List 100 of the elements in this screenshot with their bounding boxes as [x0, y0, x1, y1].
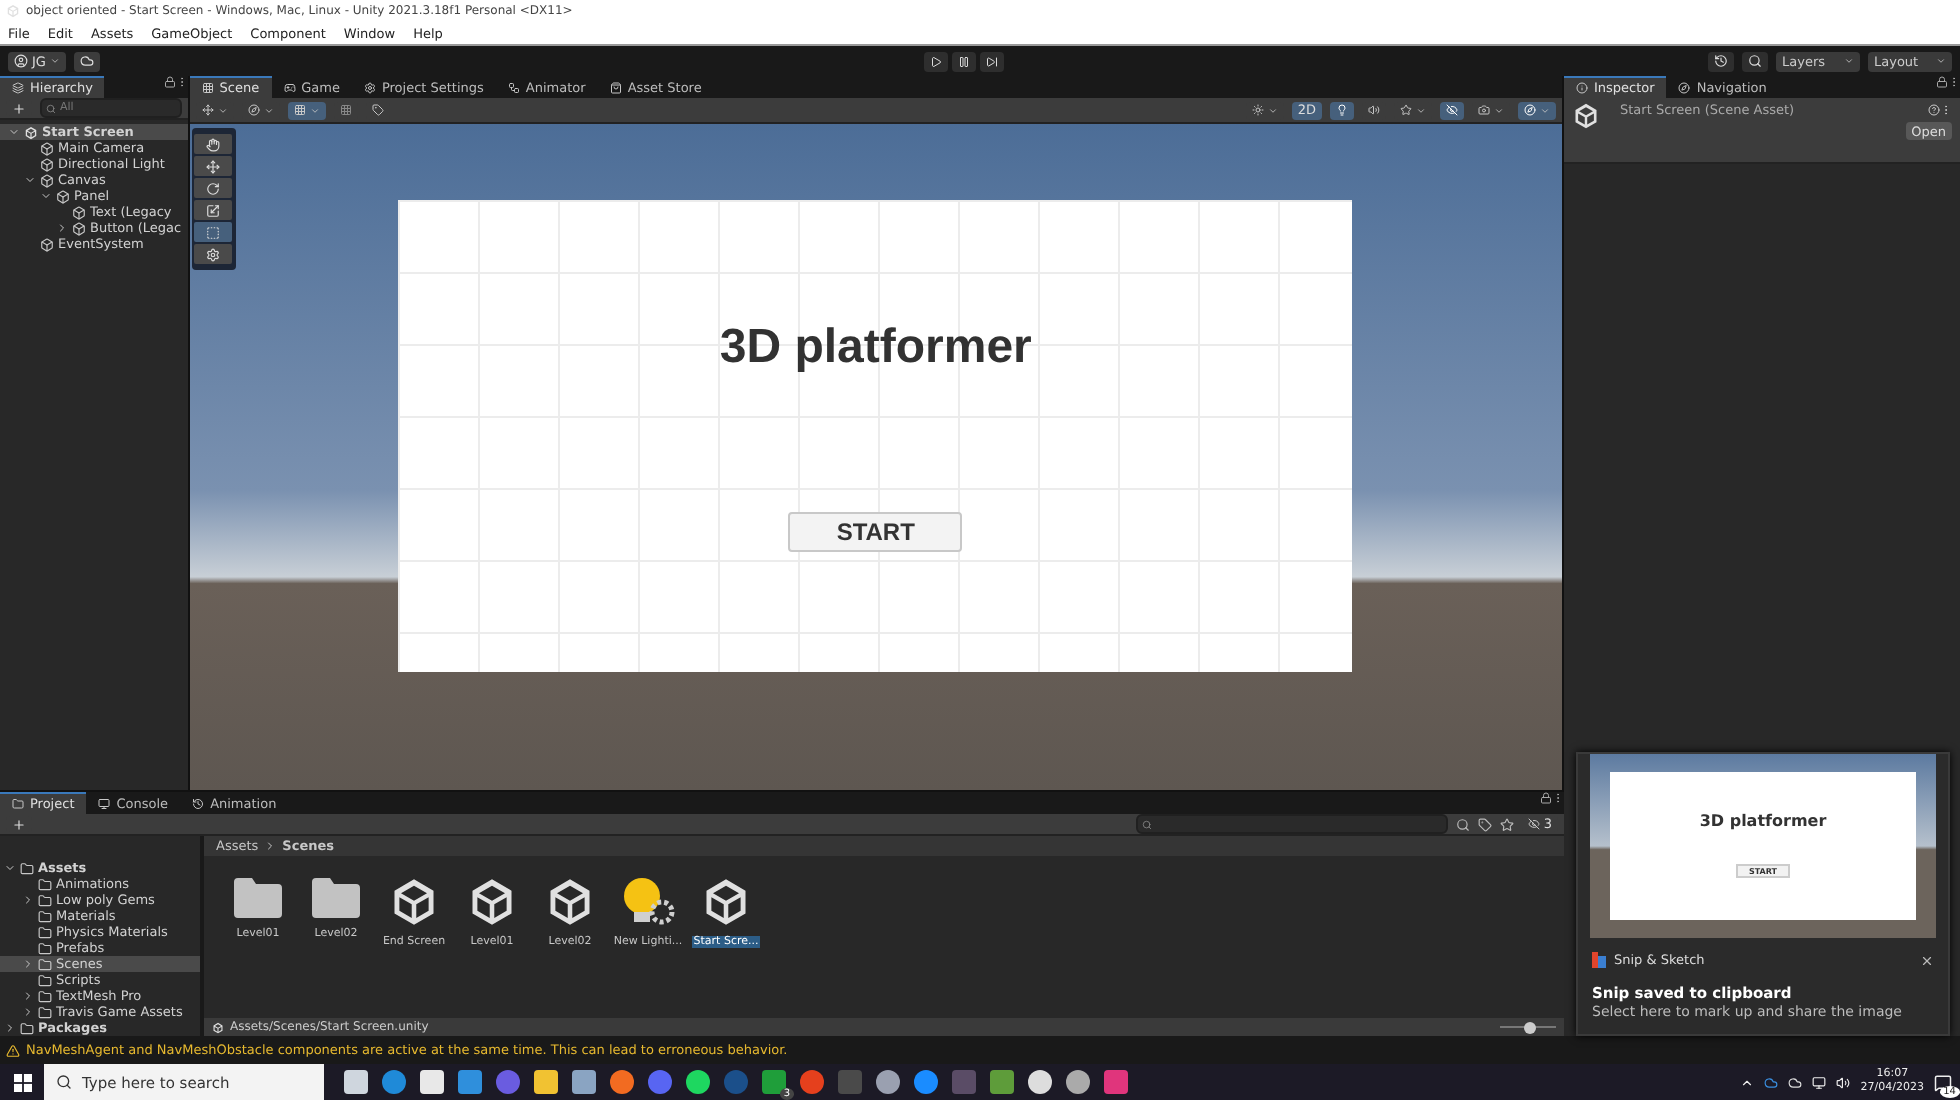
user-icon — [14, 54, 28, 68]
chevron-right-icon — [22, 958, 34, 970]
play-button[interactable] — [923, 51, 948, 71]
step-button[interactable] — [979, 51, 1004, 71]
app-icon[interactable] — [1028, 1070, 1052, 1094]
scene-viewport[interactable]: 3D platformer START — [189, 124, 1562, 790]
game-title: 3D platformer — [719, 319, 1032, 375]
speaker-icon — [1368, 104, 1380, 116]
warning-icon — [6, 1043, 20, 1057]
chevron-right-icon — [22, 894, 34, 906]
move-icon — [206, 159, 221, 173]
search-button[interactable] — [1742, 51, 1768, 71]
search-icon — [46, 103, 56, 113]
unity-logo-icon — [6, 4, 20, 18]
lightbulb-icon — [1336, 104, 1348, 116]
play-icon — [929, 55, 942, 67]
pause-button[interactable] — [951, 51, 976, 71]
cloud-button[interactable] — [73, 51, 100, 71]
plus-icon — [12, 817, 26, 831]
lighting-toggle[interactable] — [1330, 101, 1354, 119]
plus-icon — [12, 101, 26, 115]
game-icon — [283, 82, 296, 94]
gizmos-button[interactable] — [1518, 101, 1556, 119]
hand-tool[interactable] — [194, 134, 233, 154]
lock-icon[interactable] — [163, 76, 176, 88]
folder-icon — [20, 1021, 34, 1035]
caret-icon — [1936, 56, 1946, 66]
eye-off-icon — [1446, 104, 1458, 116]
start-button[interactable]: START — [788, 511, 963, 551]
eye-off-icon — [1527, 818, 1540, 830]
caret-icon — [1540, 105, 1550, 115]
caret-icon — [217, 105, 228, 115]
cube-icon — [40, 237, 54, 251]
notifications-icon[interactable] — [1934, 1073, 1952, 1091]
search-field[interactable] — [1135, 814, 1448, 834]
pause-icon — [957, 55, 970, 67]
expanded-arrow-icon[interactable] — [40, 190, 52, 202]
step-icon — [985, 55, 998, 67]
chevron-down-icon — [4, 862, 16, 874]
lightbulb-gear-icon — [620, 876, 676, 928]
rotate-tool[interactable] — [194, 178, 233, 198]
move-tool[interactable] — [194, 156, 233, 176]
chevron-down-icon — [8, 126, 20, 138]
collapsed-arrow-icon[interactable] — [56, 222, 68, 234]
app-icon[interactable] — [686, 1070, 710, 1094]
folder-icon — [232, 876, 284, 920]
hand-icon — [206, 137, 221, 151]
folder-icon — [20, 861, 34, 875]
app-icon[interactable] — [1066, 1070, 1090, 1094]
chevron-up-icon[interactable] — [1740, 1075, 1755, 1089]
grid-icon — [293, 104, 306, 116]
grid-icon — [339, 104, 352, 116]
chevron-right-icon — [264, 840, 277, 852]
cloud-icon — [79, 54, 94, 68]
grid-snap-button[interactable] — [287, 101, 326, 119]
preview-title: 3D platformer — [1699, 812, 1827, 830]
caret-icon — [1494, 105, 1504, 115]
transform-tool[interactable] — [194, 244, 233, 264]
star-icon[interactable] — [1499, 817, 1514, 831]
folder-icon — [310, 876, 362, 920]
history-button[interactable] — [1708, 51, 1734, 71]
caret-icon — [49, 56, 60, 66]
label-icon[interactable] — [1477, 817, 1492, 831]
unity-scene-icon — [1572, 102, 1600, 130]
scale-icon — [206, 203, 221, 217]
history-icon — [1714, 54, 1728, 68]
settings-icon — [363, 82, 376, 94]
lock-icon[interactable] — [1540, 792, 1552, 804]
expanded-arrow-icon[interactable] — [8, 126, 20, 138]
scene-icon — [201, 82, 214, 94]
unity-logo-icon — [24, 125, 38, 139]
network-icon[interactable] — [1812, 1075, 1827, 1089]
visibility-toggle[interactable] — [1440, 101, 1464, 119]
caret-icon — [309, 105, 320, 115]
store-icon — [609, 82, 622, 94]
search-type-icon[interactable] — [1455, 817, 1470, 831]
search-icon — [56, 1074, 72, 1090]
help-icon[interactable] — [1928, 104, 1940, 116]
caret-icon — [1844, 56, 1854, 66]
app-icon[interactable] — [876, 1070, 900, 1094]
caret-icon — [1416, 105, 1426, 115]
lock-icon[interactable] — [1936, 76, 1948, 88]
caret-icon — [1267, 105, 1278, 115]
app-icon[interactable] — [610, 1070, 634, 1094]
close-icon[interactable] — [1920, 953, 1934, 967]
chevron-right-icon — [56, 222, 68, 234]
move-icon — [201, 104, 214, 116]
search-icon — [1748, 54, 1762, 68]
camera-icon — [1478, 104, 1490, 116]
scale-tool[interactable] — [194, 200, 233, 220]
caret-icon — [263, 105, 274, 115]
volume-icon[interactable] — [1836, 1075, 1851, 1089]
app-icon[interactable] — [914, 1070, 938, 1094]
rect-tool[interactable] — [194, 222, 233, 242]
windows-logo-icon — [13, 1073, 31, 1091]
rotate-icon — [206, 181, 221, 195]
search-icon — [1141, 819, 1152, 829]
unity-logo-icon — [212, 1021, 224, 1033]
effects-icon — [1400, 104, 1412, 116]
expanded-arrow-icon[interactable] — [24, 174, 36, 186]
